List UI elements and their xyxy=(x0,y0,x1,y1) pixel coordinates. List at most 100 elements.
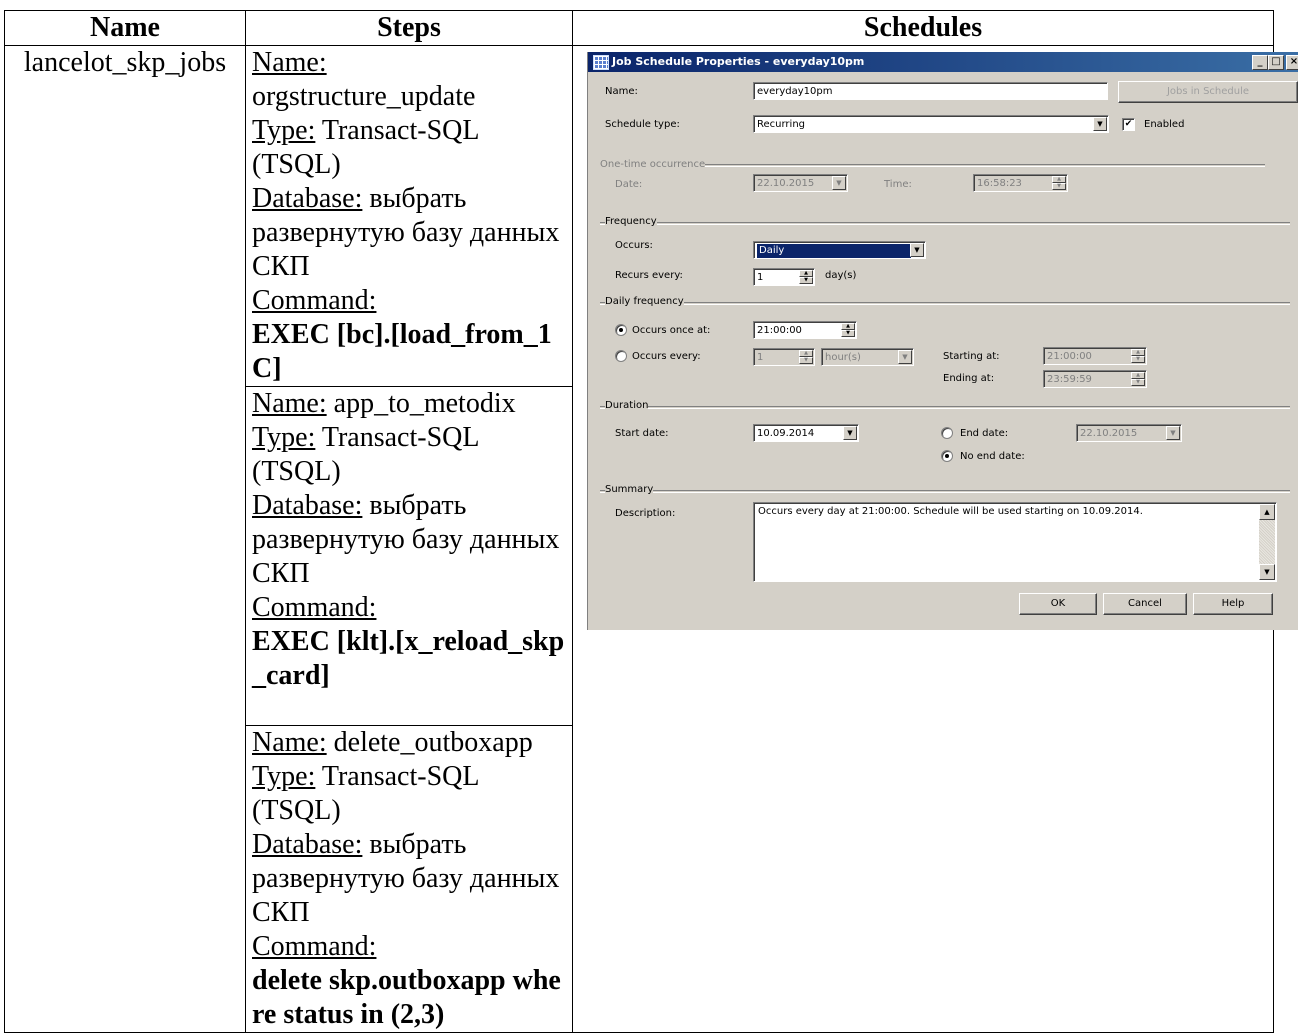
step-cell: Name: delete_outboxapp Type: Transact-SQ… xyxy=(245,725,573,1033)
step-type-label: Type: xyxy=(252,422,316,453)
schedule-type-value: Recurring xyxy=(757,119,805,130)
enabled-label: Enabled xyxy=(1144,119,1185,130)
starting-at-value: 21:00:00 xyxy=(1047,351,1092,362)
step-name-label: Name: xyxy=(252,388,327,419)
description-text: Occurs every day at 21:00:00. Schedule w… xyxy=(758,506,1143,517)
step-db-label: Database: xyxy=(252,829,363,860)
occurs-value: Daily xyxy=(757,244,911,258)
step-cmd: EXEC [klt].[x_reload_skp_card] xyxy=(252,626,565,691)
ending-at-label: Ending at: xyxy=(943,373,995,384)
step-db-label: Database: xyxy=(252,490,363,521)
name-label: Name: xyxy=(605,86,638,97)
start-date-picker[interactable]: 10.09.2014 ▼ xyxy=(753,424,859,442)
time-label: Time: xyxy=(884,179,912,190)
step-name: app_to_metodix xyxy=(333,388,516,419)
recurs-unit-label: day(s) xyxy=(825,270,857,281)
occurs-once-label: Occurs once at: xyxy=(632,325,711,336)
ending-at-value: 23:59:59 xyxy=(1047,374,1092,385)
no-end-date-radio[interactable] xyxy=(941,450,953,462)
dialog-title: Job Schedule Properties - everyday10pm xyxy=(612,55,865,68)
step-cell: Name: app_to_metodix Type: Transact-SQL … xyxy=(245,386,573,726)
occurs-every-input[interactable]: 1 ▲ ▼ xyxy=(753,348,815,366)
step-type-label: Type: xyxy=(252,115,316,146)
close-icon[interactable]: × xyxy=(1286,55,1298,70)
step-type-label: Type: xyxy=(252,761,316,792)
start-date-label: Start date: xyxy=(615,428,669,439)
time-input[interactable]: 16:58:23 ▲ ▼ xyxy=(973,174,1068,192)
divider xyxy=(600,406,1290,409)
job-schedule-dialog: Job Schedule Properties - everyday10pm _… xyxy=(587,52,1298,630)
summary-group-label: Summary xyxy=(605,484,654,495)
end-date-radio[interactable] xyxy=(941,427,953,439)
step-name-label: Name: xyxy=(252,727,327,758)
chevron-down-icon[interactable]: ▼ xyxy=(1093,117,1107,131)
ok-button[interactable]: OK xyxy=(1019,593,1097,615)
occurs-once-time-input[interactable]: 21:00:00 ▲ ▼ xyxy=(753,321,857,339)
step-cmd: EXEC [bc].[load_from_1C] xyxy=(252,319,552,384)
starting-at-input[interactable]: 21:00:00 ▲ ▼ xyxy=(1043,347,1147,365)
enabled-checkbox[interactable]: ✔ xyxy=(1122,118,1135,131)
spinner-icon[interactable]: ▲ ▼ xyxy=(799,270,813,284)
date-value: 22.10.2015 xyxy=(757,178,815,189)
step-name-label: Name: xyxy=(252,47,327,78)
ending-at-input[interactable]: 23:59:59 ▲ ▼ xyxy=(1043,370,1147,388)
date-label: Date: xyxy=(615,179,643,190)
occurs-every-unit-value: hour(s) xyxy=(825,352,861,363)
schedule-name-input[interactable]: everyday10pm xyxy=(753,82,1108,100)
cancel-button[interactable]: Cancel xyxy=(1103,593,1187,615)
frequency-group-label: Frequency xyxy=(605,216,657,227)
daily-frequency-group-label: Daily frequency xyxy=(605,296,684,307)
scroll-up-icon[interactable]: ▲ xyxy=(1259,504,1275,520)
time-value: 16:58:23 xyxy=(977,178,1022,189)
jobs-in-schedule-button[interactable]: Jobs in Schedule xyxy=(1118,81,1298,103)
dialog-titlebar[interactable]: Job Schedule Properties - everyday10pm _… xyxy=(588,52,1298,72)
step-cmd: delete skp.outboxapp where status in (2,… xyxy=(252,965,561,1030)
job-name-cell: lancelot_skp_jobs xyxy=(4,45,246,1033)
scroll-down-icon[interactable]: ▼ xyxy=(1259,564,1275,580)
spinner-icon[interactable]: ▲ ▼ xyxy=(1052,176,1066,190)
divider xyxy=(600,302,1290,305)
start-date-value: 10.09.2014 xyxy=(757,428,815,439)
step-cmd-label: Command: xyxy=(252,931,377,962)
schedule-type-label: Schedule type: xyxy=(605,119,680,130)
occurs-once-radio[interactable] xyxy=(615,324,627,336)
end-date-label: End date: xyxy=(960,428,1009,439)
spinner-icon[interactable]: ▲ ▼ xyxy=(1131,349,1145,363)
chevron-down-icon[interactable]: ▼ xyxy=(910,243,924,257)
occurs-every-radio[interactable] xyxy=(615,350,627,362)
occurs-label: Occurs: xyxy=(615,240,653,251)
chevron-down-icon[interactable]: ▼ xyxy=(843,426,857,440)
end-date-picker[interactable]: 22.10.2015 ▼ xyxy=(1076,424,1182,442)
divider xyxy=(600,490,1290,493)
spinner-icon[interactable]: ▲ ▼ xyxy=(841,323,855,337)
starting-at-label: Starting at: xyxy=(943,351,1000,362)
spinner-icon[interactable]: ▲ ▼ xyxy=(1131,372,1145,386)
recurs-every-value: 1 xyxy=(757,272,764,283)
occurs-every-unit-select[interactable]: hour(s) ▼ xyxy=(821,348,914,366)
occurs-every-value: 1 xyxy=(757,352,764,363)
date-picker[interactable]: 22.10.2015 ▼ xyxy=(753,174,848,192)
occurs-select[interactable]: Daily ▼ xyxy=(753,241,926,259)
step-name: delete_outboxapp xyxy=(333,727,533,758)
onetime-group-label: One-time occurrence xyxy=(600,159,706,170)
step-cmd-label: Command: xyxy=(252,285,377,316)
divider xyxy=(600,222,1290,225)
step-name: orgstructure_update xyxy=(252,81,476,112)
chevron-down-icon[interactable]: ▼ xyxy=(832,176,846,190)
no-end-date-label: No end date: xyxy=(960,451,1025,462)
recurs-every-input[interactable]: 1 ▲ ▼ xyxy=(753,268,815,286)
step-cell: Name: orgstructure_update Type: Transact… xyxy=(245,45,573,387)
header-name: Name xyxy=(4,10,246,46)
schedule-type-select[interactable]: Recurring ▼ xyxy=(753,115,1109,133)
step-db-label: Database: xyxy=(252,183,363,214)
header-row: Name Steps Schedules xyxy=(4,10,1274,46)
description-scrollbar[interactable]: ▲ ▼ xyxy=(1259,504,1275,580)
spinner-icon[interactable]: ▲ ▼ xyxy=(799,350,813,364)
minimize-icon[interactable]: _ xyxy=(1252,55,1268,70)
maximize-icon[interactable]: □ xyxy=(1268,55,1284,70)
description-box[interactable]: Occurs every day at 21:00:00. Schedule w… xyxy=(753,502,1277,582)
chevron-down-icon[interactable]: ▼ xyxy=(1166,426,1180,440)
recurs-every-label: Recurs every: xyxy=(615,270,683,281)
chevron-down-icon[interactable]: ▼ xyxy=(898,350,912,364)
help-button[interactable]: Help xyxy=(1193,593,1273,615)
